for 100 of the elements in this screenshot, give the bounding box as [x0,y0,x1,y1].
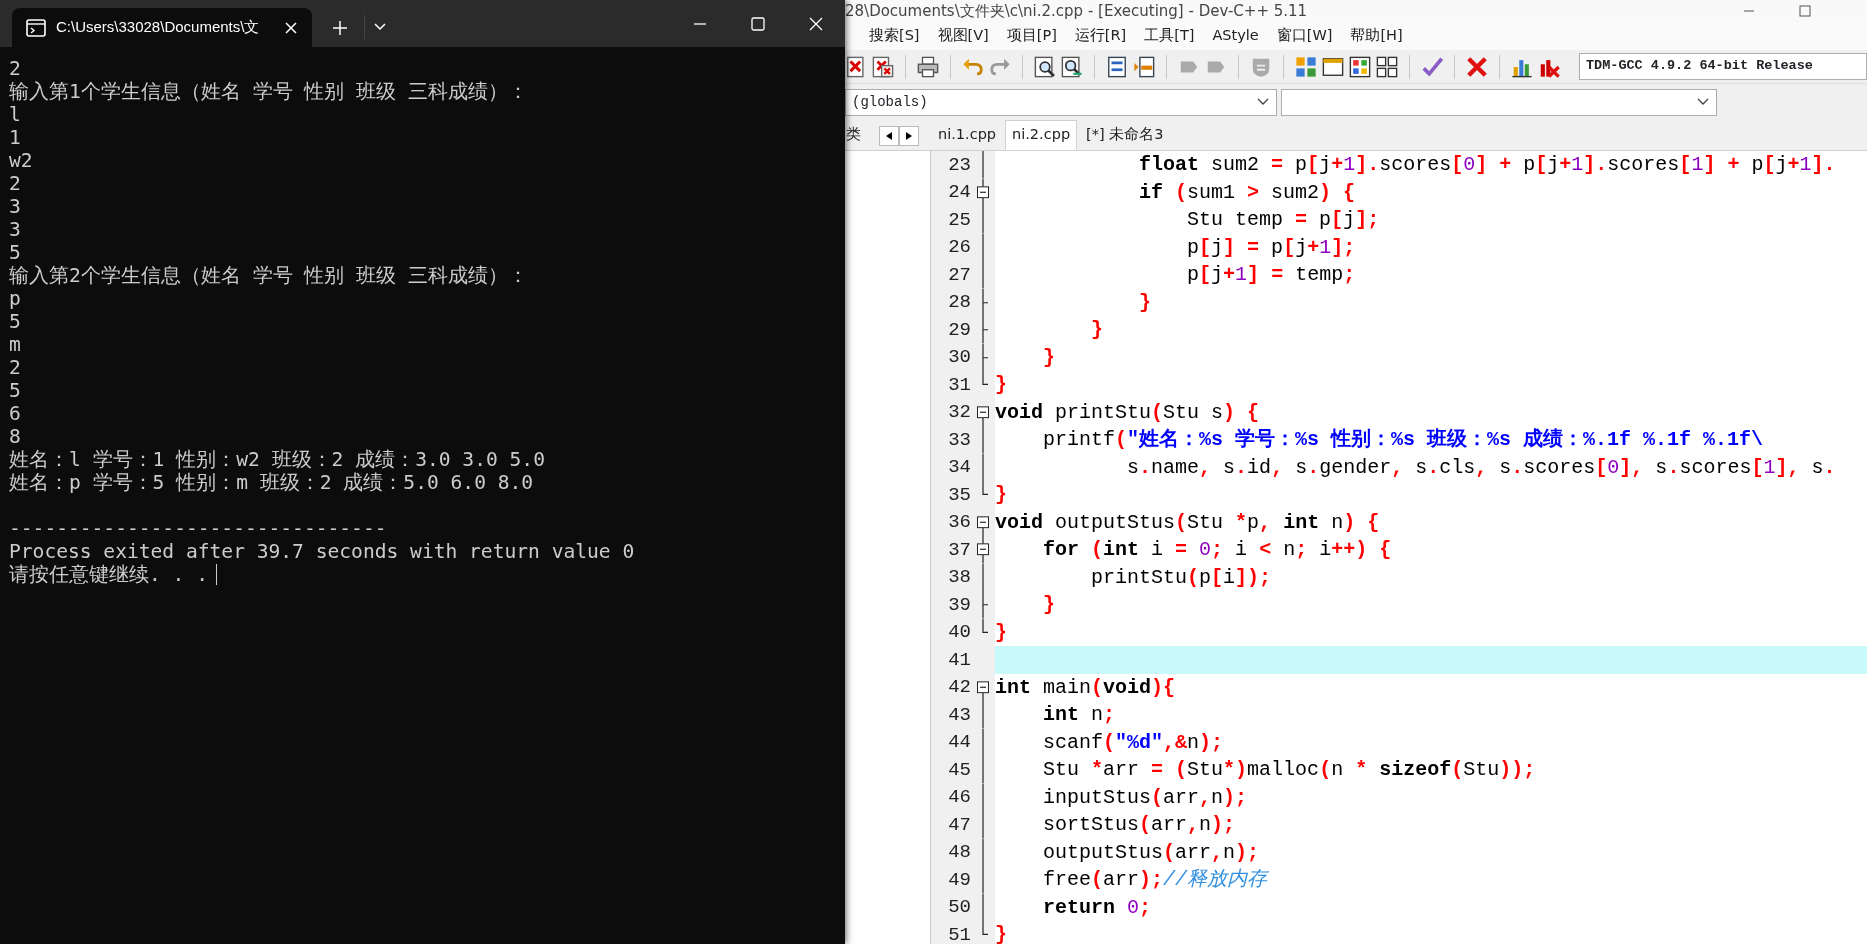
chevron-down-icon[interactable] [372,22,387,32]
terminal-line: 姓名：l 学号：1 性别：w2 班级：2 成绩：3.0 3.0 5.0 [9,448,545,471]
terminal-line: p [9,287,21,310]
line-number: 39 [947,592,971,618]
left-triangle-icon [886,132,892,140]
collapse-icon[interactable] [977,536,989,564]
line-number: 51 [947,922,971,944]
terminal-line: 3 [9,195,21,218]
menu-item[interactable]: 窗口[W] [1267,25,1342,47]
panel-tab[interactable]: 类 [845,120,877,150]
terminal-line: 输入第1个学生信息（姓名 学号 性别 班级 三科成绩）： [9,80,528,103]
close-icon[interactable] [284,20,298,35]
menu-item[interactable]: 运行[R] [1065,25,1136,47]
line-number: 30 [947,345,971,370]
code-line: } [1042,592,1056,618]
code-line: } [995,372,1008,398]
code-line: } [1138,289,1153,316]
file-tab[interactable]: ni.1.cpp [931,120,1004,150]
menu-item[interactable]: 帮助[H] [1341,25,1412,47]
terminal-line: 2 [9,57,21,80]
menu-item[interactable]: 工具[T] [1135,25,1204,47]
menu-item[interactable]: 视图[V] [928,25,998,47]
code-line: return 0; [1042,894,1153,921]
line-number: 37 [947,537,971,563]
code-line: scanf("%d",&n); [1042,729,1225,756]
line-number: 26 [947,235,971,260]
code-line: } [995,619,1008,646]
list-icon[interactable] [1106,55,1128,78]
close-icon[interactable] [808,15,824,32]
grid-icon[interactable] [1376,55,1398,78]
file-tab[interactable]: [*] 未命名3 [1079,120,1171,150]
line-number: 34 [947,455,971,480]
scope-dropdown[interactable]: (globals) [845,88,1277,116]
code-line: for (int i = 0; i < n; i++) { [1042,537,1393,563]
plus-icon[interactable] [332,19,348,36]
code-line: free(arr);//释放内存 [1042,867,1270,893]
color-grid-icon[interactable] [1349,55,1371,78]
line-number: 23 [947,152,971,178]
terminal-line: 5 [9,379,21,402]
printer-icon[interactable] [917,55,939,78]
code-line: } [995,482,1008,508]
menu-item[interactable]: 项目[P] [997,25,1066,47]
menu-item[interactable]: 搜索[S] [860,25,929,47]
code-line: sortStus(arr,n); [1042,812,1237,838]
line-number: 24 [947,180,971,205]
terminal-tab[interactable]: C:\Users\33028\Documents\文 [12,8,312,47]
file-tab[interactable]: ni.2.cpp [1005,120,1078,150]
terminal-line: 2 [9,356,21,379]
code-line: int n; [1042,702,1117,728]
terminal-line: 1 [9,126,21,149]
find-icon[interactable] [1061,55,1083,78]
terminal-line: -------------------------------- [9,517,387,540]
fold-line [982,151,984,179]
tiles-icon[interactable] [1295,55,1317,78]
code-line: Stu *arr = (Stu*)malloc(n * sizeof(Stu)); [1042,757,1537,783]
check-icon[interactable] [1421,55,1443,78]
code-line: } [1042,344,1056,371]
code-line: } [995,922,1008,944]
line-number: 25 [947,207,971,233]
line-number: 42 [947,675,971,700]
terminal-line: 6 [9,402,21,425]
line-number: 44 [947,730,971,755]
code-line: int main(void){ [995,674,1177,701]
code-line: float sum2 = p[j+1].scores[0] + p[j+1].scores[1] + p[j+1]. [1138,152,1837,178]
close-file-icon[interactable] [845,55,867,78]
close-file-icon[interactable] [872,55,894,78]
window-title: 28\Documents\文件夹\c\ni.2.cpp - [Executing] - Dev-C++ 5.11 [845,0,1308,22]
code-line: Stu temp = p[j]; [1186,207,1381,233]
compiler-dropdown[interactable]: TDM-GCC 4.9.2 64-bit Release [1579,53,1867,80]
window-icon[interactable] [1322,55,1344,78]
collapse-icon[interactable] [977,178,989,206]
terminal-line: 5 [9,241,21,264]
insert-row-icon[interactable] [1133,55,1155,78]
code-line: outputStus(arr,n); [1042,839,1261,866]
scroll-left-button[interactable] [879,126,899,146]
code-line: void printStu(Stu s) { [995,399,1261,426]
code-line: p[j] = p[j+1]; [1186,234,1357,261]
code-line: inputStus(arr,n); [1042,784,1249,811]
terminal-line: 3 [9,218,21,241]
terminal-line: m [9,333,21,356]
code-line: printStu(p[i]); [1090,564,1273,591]
right-triangle-icon [906,132,912,140]
stop-icon[interactable] [1466,55,1488,78]
scroll-right-button[interactable] [899,126,919,146]
code-line: s.name, s.id, s.gender, s.cls, s.scores[0], s.scores[1], s. [1126,454,1837,481]
menu-item[interactable]: AStyle [1203,25,1268,47]
terminal-line: 8 [9,425,21,448]
terminal-line: l [9,103,21,126]
chevron-down-icon [1256,97,1270,107]
chevron-down-icon [1696,97,1710,107]
line-number: 27 [947,262,971,288]
line-number: 41 [947,647,971,673]
line-number: 50 [947,895,971,920]
terminal-line: w2 [9,149,33,172]
line-number: 43 [947,702,971,728]
find-icon[interactable] [1034,55,1056,78]
line-number: 31 [947,372,971,398]
line-number: 47 [947,812,971,838]
line-number: 29 [947,317,971,343]
code-line: if (sum1 > sum2) { [1138,179,1357,206]
